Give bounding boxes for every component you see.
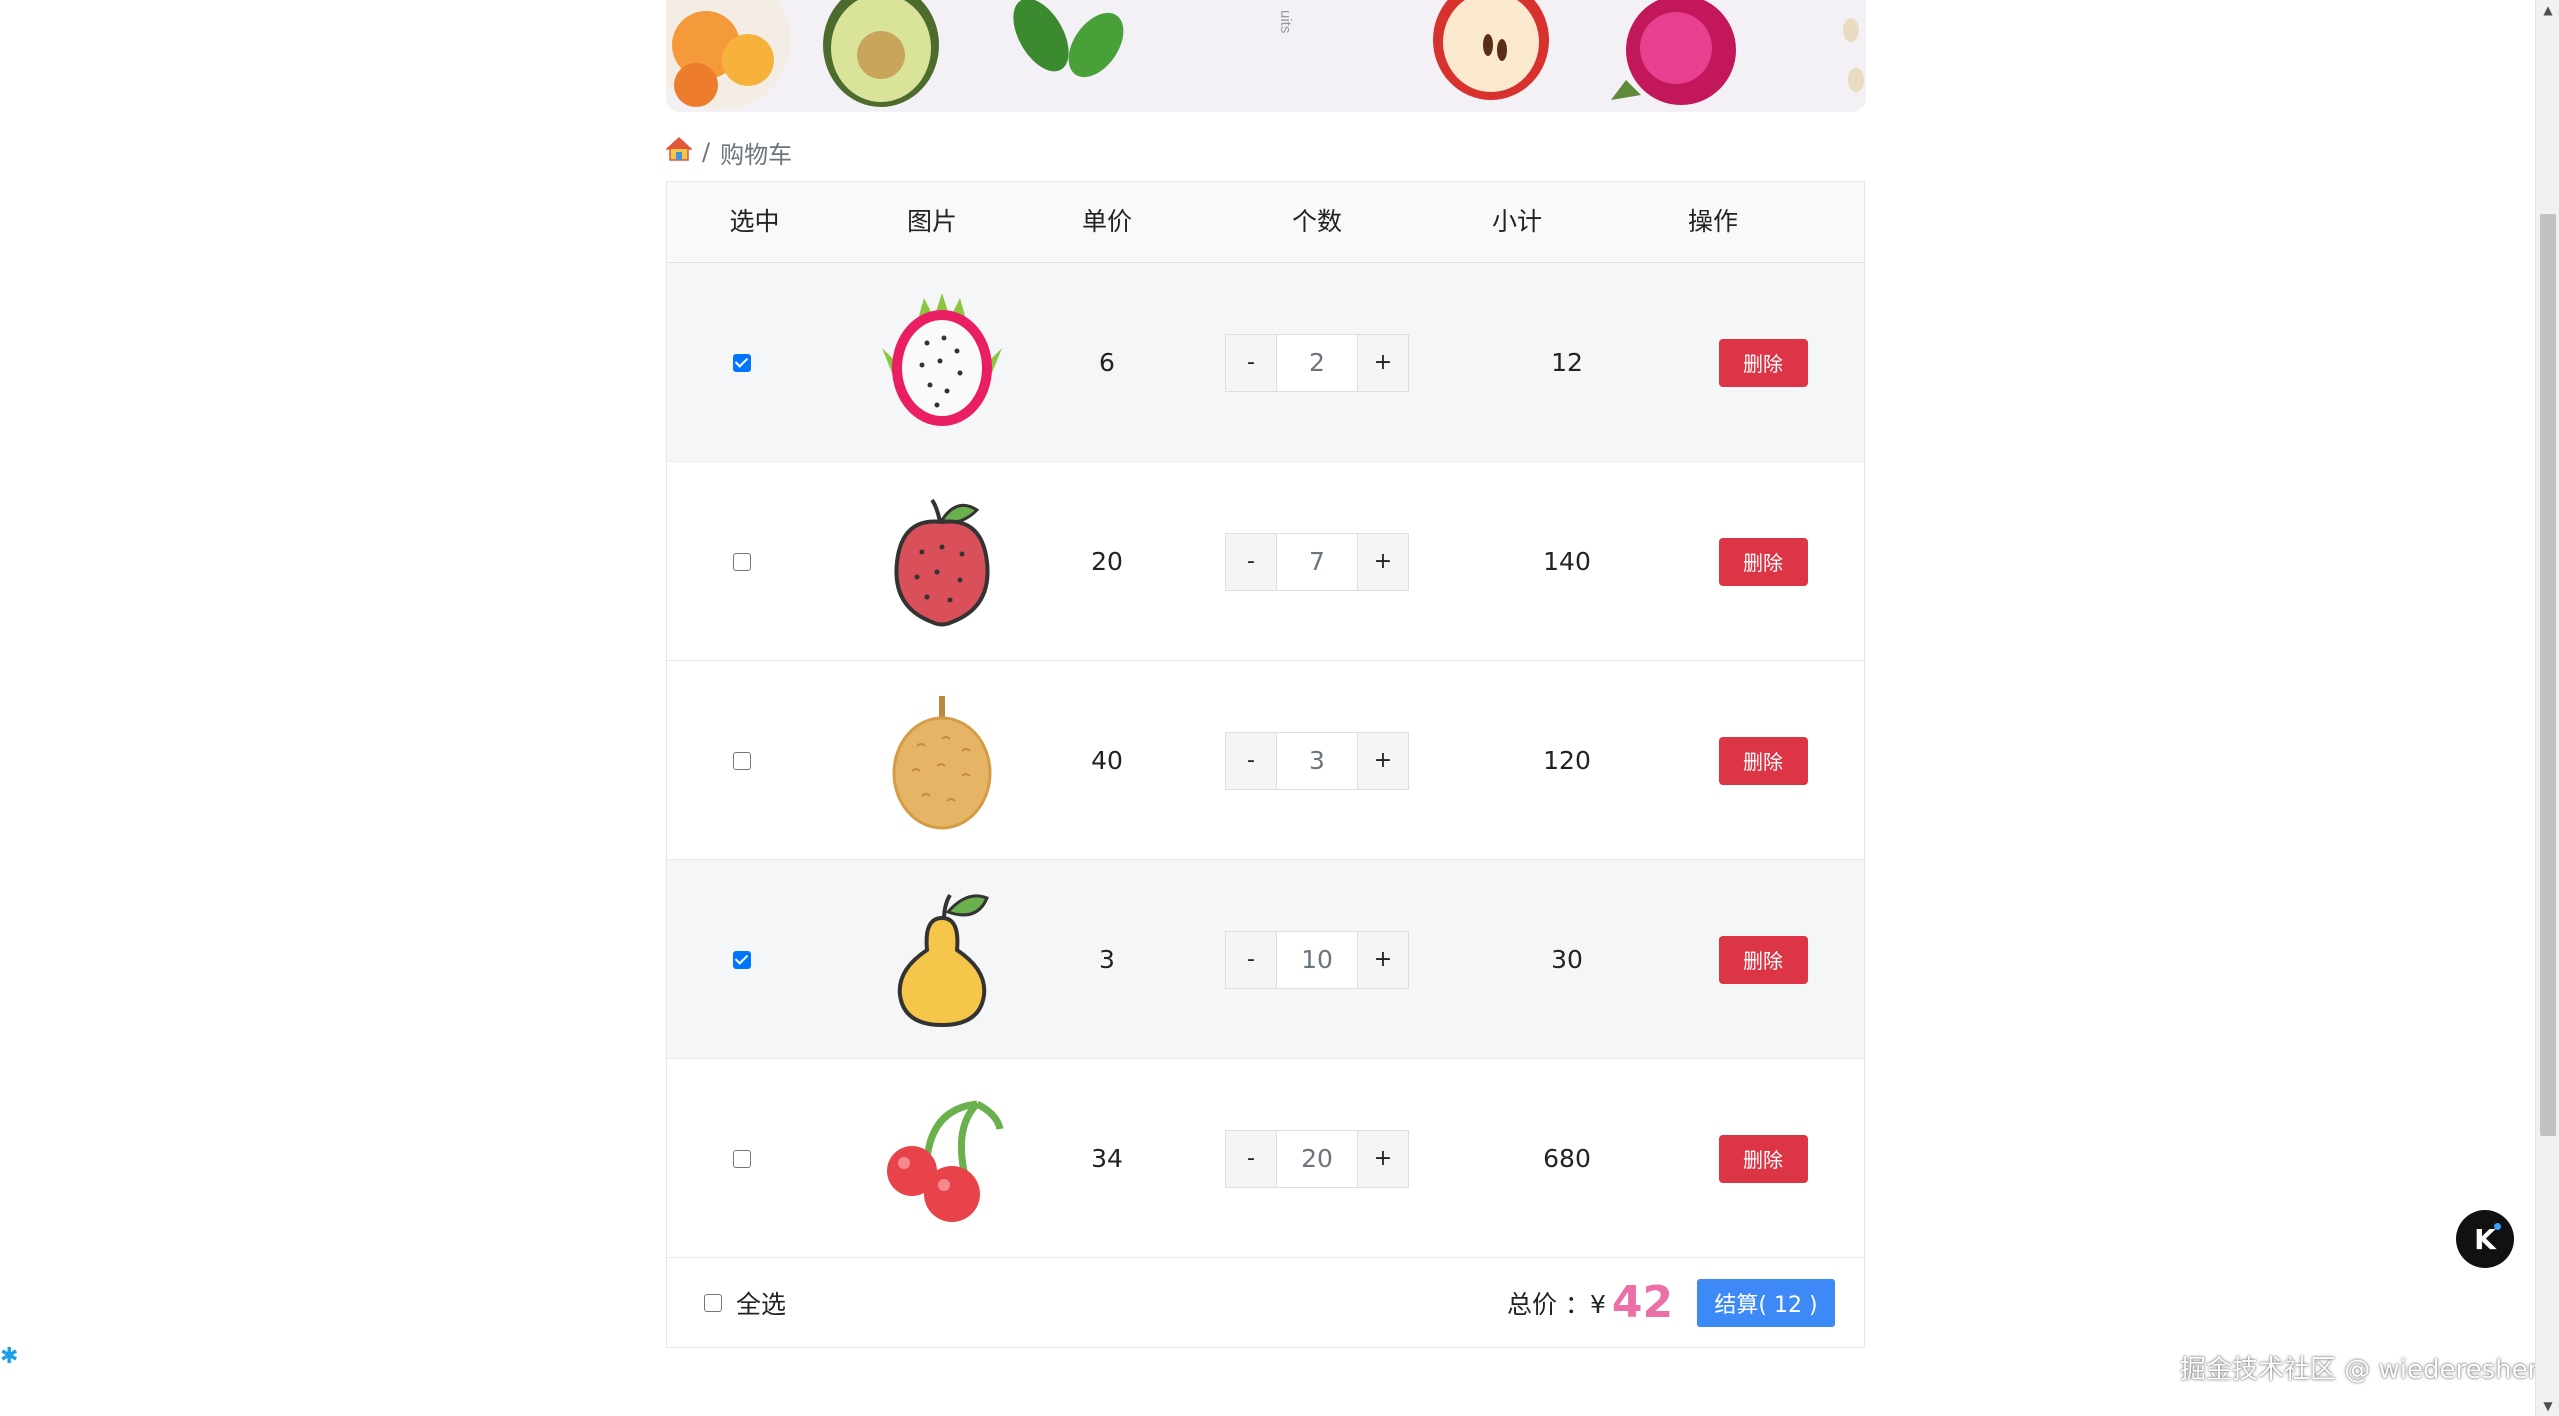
table-row: 20 - 7 + 140 删除 — [667, 462, 1864, 661]
dragon-fruit-icon — [867, 263, 1017, 462]
cherry-icon — [867, 1059, 1017, 1258]
vertical-scrollbar[interactable]: ▲ ▼ — [2535, 0, 2559, 1416]
watermark: 掘金技术社区 @ wiedereshen — [2180, 1355, 2545, 1385]
row-checkbox[interactable] — [733, 1149, 751, 1168]
sparkle-icon: ✱ — [0, 1344, 19, 1369]
quantity-stepper: - 2 + — [1225, 333, 1409, 392]
unit-price: 3 — [1099, 945, 1115, 974]
unit-price: 40 — [1091, 746, 1123, 775]
breadcrumb-current: 购物车 — [720, 140, 793, 169]
unit-price: 34 — [1091, 1144, 1123, 1173]
decrease-button[interactable]: - — [1225, 1129, 1277, 1188]
subtotal: 120 — [1543, 746, 1591, 775]
unit-price: 20 — [1091, 547, 1123, 576]
header-price: 单价 — [1081, 207, 1132, 236]
increase-button[interactable]: + — [1357, 1129, 1409, 1188]
total-value: 42 — [1611, 1277, 1674, 1328]
floating-k-button[interactable]: K — [2456, 1210, 2514, 1268]
table-row: 40 - 3 + 120 删除 — [667, 661, 1864, 860]
quantity-input[interactable]: 2 — [1277, 333, 1357, 392]
float-dot-icon — [2494, 1223, 2501, 1230]
row-checkbox[interactable] — [733, 552, 751, 571]
delete-button[interactable]: 删除 — [1718, 935, 1808, 984]
scroll-thumb[interactable] — [2540, 214, 2556, 1136]
increase-button[interactable]: + — [1357, 333, 1409, 392]
header-action: 操作 — [1687, 207, 1738, 236]
row-checkbox[interactable] — [733, 751, 751, 770]
table-row: 3 - 10 + 30 删除 — [667, 860, 1864, 1059]
cart-table: 选中 图片 单价 个数 小计 操作 6 - 2 + 12 删除 20 - 7 +… — [666, 181, 1865, 1348]
breadcrumb-separator: / — [702, 138, 711, 166]
durian-icon — [867, 661, 1017, 860]
select-all-label: 全选 — [736, 1289, 787, 1319]
decrease-button[interactable]: - — [1225, 731, 1277, 790]
decrease-button[interactable]: - — [1225, 930, 1277, 989]
quantity-stepper: - 10 + — [1225, 930, 1409, 989]
quantity-input[interactable]: 20 — [1277, 1129, 1357, 1188]
quantity-stepper: - 7 + — [1225, 532, 1409, 591]
fruit-banner: uits — [666, 0, 1866, 112]
header-subtotal: 小计 — [1491, 207, 1542, 236]
table-footer: 全选 总价 ：¥ 42 结算( 12 ) — [667, 1258, 1864, 1347]
select-all[interactable]: 全选 — [704, 1258, 786, 1347]
increase-button[interactable]: + — [1357, 532, 1409, 591]
header-quantity: 个数 — [1291, 207, 1342, 236]
float-k-letter: K — [2474, 1222, 2496, 1256]
row-checkbox[interactable] — [733, 353, 751, 372]
delete-button[interactable]: 删除 — [1718, 736, 1808, 785]
subtotal: 140 — [1543, 547, 1591, 576]
home-icon[interactable] — [665, 136, 693, 168]
quantity-input[interactable]: 7 — [1277, 532, 1357, 591]
banner-side-text: uits — [1277, 10, 1294, 33]
total-price: 总价 ：¥ 42 — [1507, 1258, 1673, 1347]
increase-button[interactable]: + — [1357, 731, 1409, 790]
quantity-stepper: - 3 + — [1225, 731, 1409, 790]
table-row: 34 - 20 + 680 删除 — [667, 1059, 1864, 1258]
select-all-checkbox[interactable] — [704, 1293, 722, 1312]
delete-button[interactable]: 删除 — [1718, 537, 1808, 586]
header-image: 图片 — [906, 207, 957, 236]
subtotal: 30 — [1551, 945, 1583, 974]
lychee-icon — [867, 462, 1017, 661]
banner-image: uits — [666, 0, 1866, 112]
quantity-input[interactable]: 3 — [1277, 731, 1357, 790]
row-checkbox[interactable] — [733, 950, 751, 969]
pear-icon — [867, 860, 1017, 1059]
unit-price: 6 — [1099, 348, 1115, 377]
scroll-up-arrow-icon[interactable]: ▲ — [2536, 0, 2559, 20]
breadcrumb: / 购物车 — [665, 134, 793, 170]
table-header: 选中 图片 单价 个数 小计 操作 — [667, 182, 1864, 263]
header-select: 选中 — [729, 207, 780, 236]
decrease-button[interactable]: - — [1225, 333, 1277, 392]
checkout-button[interactable]: 结算( 12 ) — [1697, 1279, 1835, 1327]
table-row: 6 - 2 + 12 删除 — [667, 263, 1864, 462]
increase-button[interactable]: + — [1357, 930, 1409, 989]
subtotal: 680 — [1543, 1144, 1591, 1173]
subtotal: 12 — [1551, 348, 1583, 377]
quantity-input[interactable]: 10 — [1277, 930, 1357, 989]
delete-button[interactable]: 删除 — [1718, 338, 1808, 387]
total-label: 总价 ：¥ — [1507, 1289, 1606, 1319]
delete-button[interactable]: 删除 — [1718, 1134, 1808, 1183]
quantity-stepper: - 20 + — [1225, 1129, 1409, 1188]
scroll-down-arrow-icon[interactable]: ▼ — [2536, 1396, 2559, 1416]
decrease-button[interactable]: - — [1225, 532, 1277, 591]
